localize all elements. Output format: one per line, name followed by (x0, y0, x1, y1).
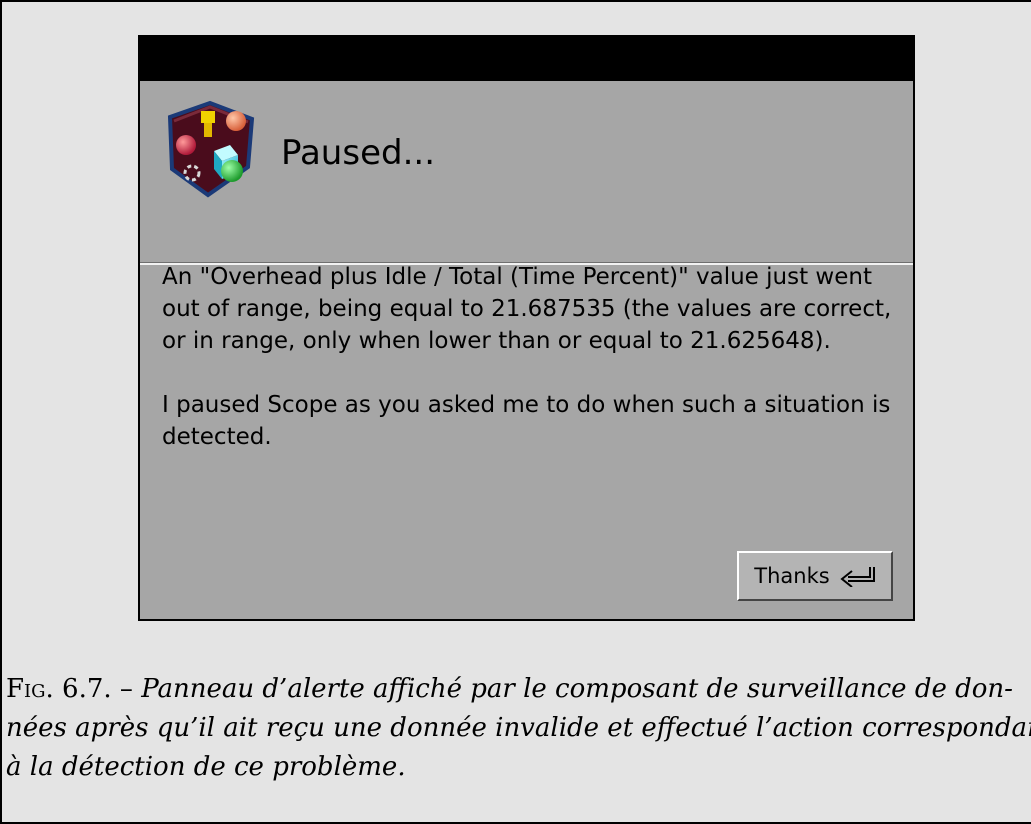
figure-frame: Paused... An "Overhead plus Idle / Total… (0, 0, 1031, 824)
thanks-button-label: Thanks (754, 564, 830, 588)
alert-dialog: Paused... An "Overhead plus Idle / Total… (138, 35, 915, 621)
thanks-button[interactable]: Thanks (737, 551, 893, 601)
caption-line-2: nées après qu’il ait reçu une donnée inv… (6, 713, 1031, 743)
window-titlebar[interactable] (140, 37, 913, 81)
caption-line-3: à la détection de ce problème. (6, 752, 406, 782)
alert-message: An "Overhead plus Idle / Total (Time Per… (162, 261, 912, 453)
caption-label: Fig. 6.7. – (6, 674, 133, 704)
scope-monitor-icon (167, 100, 255, 198)
caption-text-1: Panneau d’alerte affiché par le composan… (141, 674, 1013, 704)
message-paragraph-paused: I paused Scope as you asked me to do whe… (162, 392, 891, 450)
caption-line-1: Fig. 6.7. – Panneau d’alerte affiché par… (6, 670, 1031, 709)
message-paragraph-range: An "Overhead plus Idle / Total (Time Per… (162, 264, 892, 354)
figure-caption: Fig. 6.7. – Panneau d’alerte affiché par… (6, 670, 1031, 787)
dialog-title: Paused... (281, 133, 435, 173)
return-key-icon (840, 567, 875, 587)
dialog-header: Paused... (140, 81, 913, 265)
